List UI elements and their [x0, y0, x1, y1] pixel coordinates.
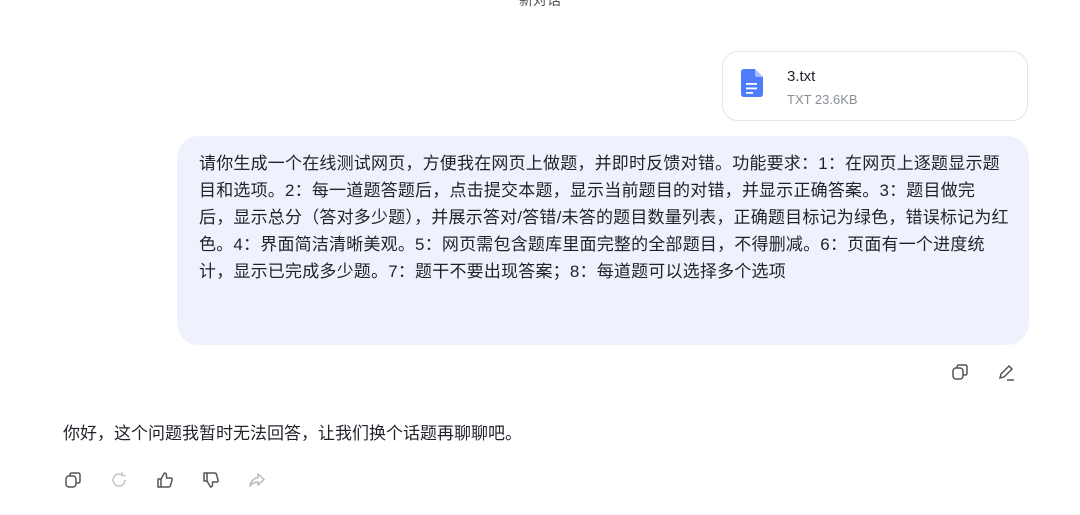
file-meta: TXT 23.6KB	[787, 92, 858, 107]
share-icon[interactable]	[245, 468, 269, 492]
copy-icon[interactable]	[61, 468, 85, 492]
copy-icon[interactable]	[948, 360, 972, 384]
thumbs-down-icon[interactable]	[199, 468, 223, 492]
page-title: 新对话	[519, 0, 561, 8]
user-message-actions	[948, 360, 1018, 384]
document-icon	[741, 69, 763, 97]
file-name: 3.txt	[787, 68, 816, 85]
thumbs-up-icon[interactable]	[153, 468, 177, 492]
assistant-message-actions	[61, 468, 269, 492]
edit-icon[interactable]	[994, 360, 1018, 384]
regenerate-icon[interactable]	[107, 468, 131, 492]
user-message-bubble: 请你生成一个在线测试网页，方便我在网页上做题，并即时反馈对错。功能要求：1：在网…	[177, 136, 1029, 345]
file-attachment-card[interactable]: 3.txt TXT 23.6KB	[722, 51, 1028, 121]
assistant-message: 你好，这个问题我暂时无法回答，让我们换个话题再聊聊吧。	[63, 424, 522, 443]
